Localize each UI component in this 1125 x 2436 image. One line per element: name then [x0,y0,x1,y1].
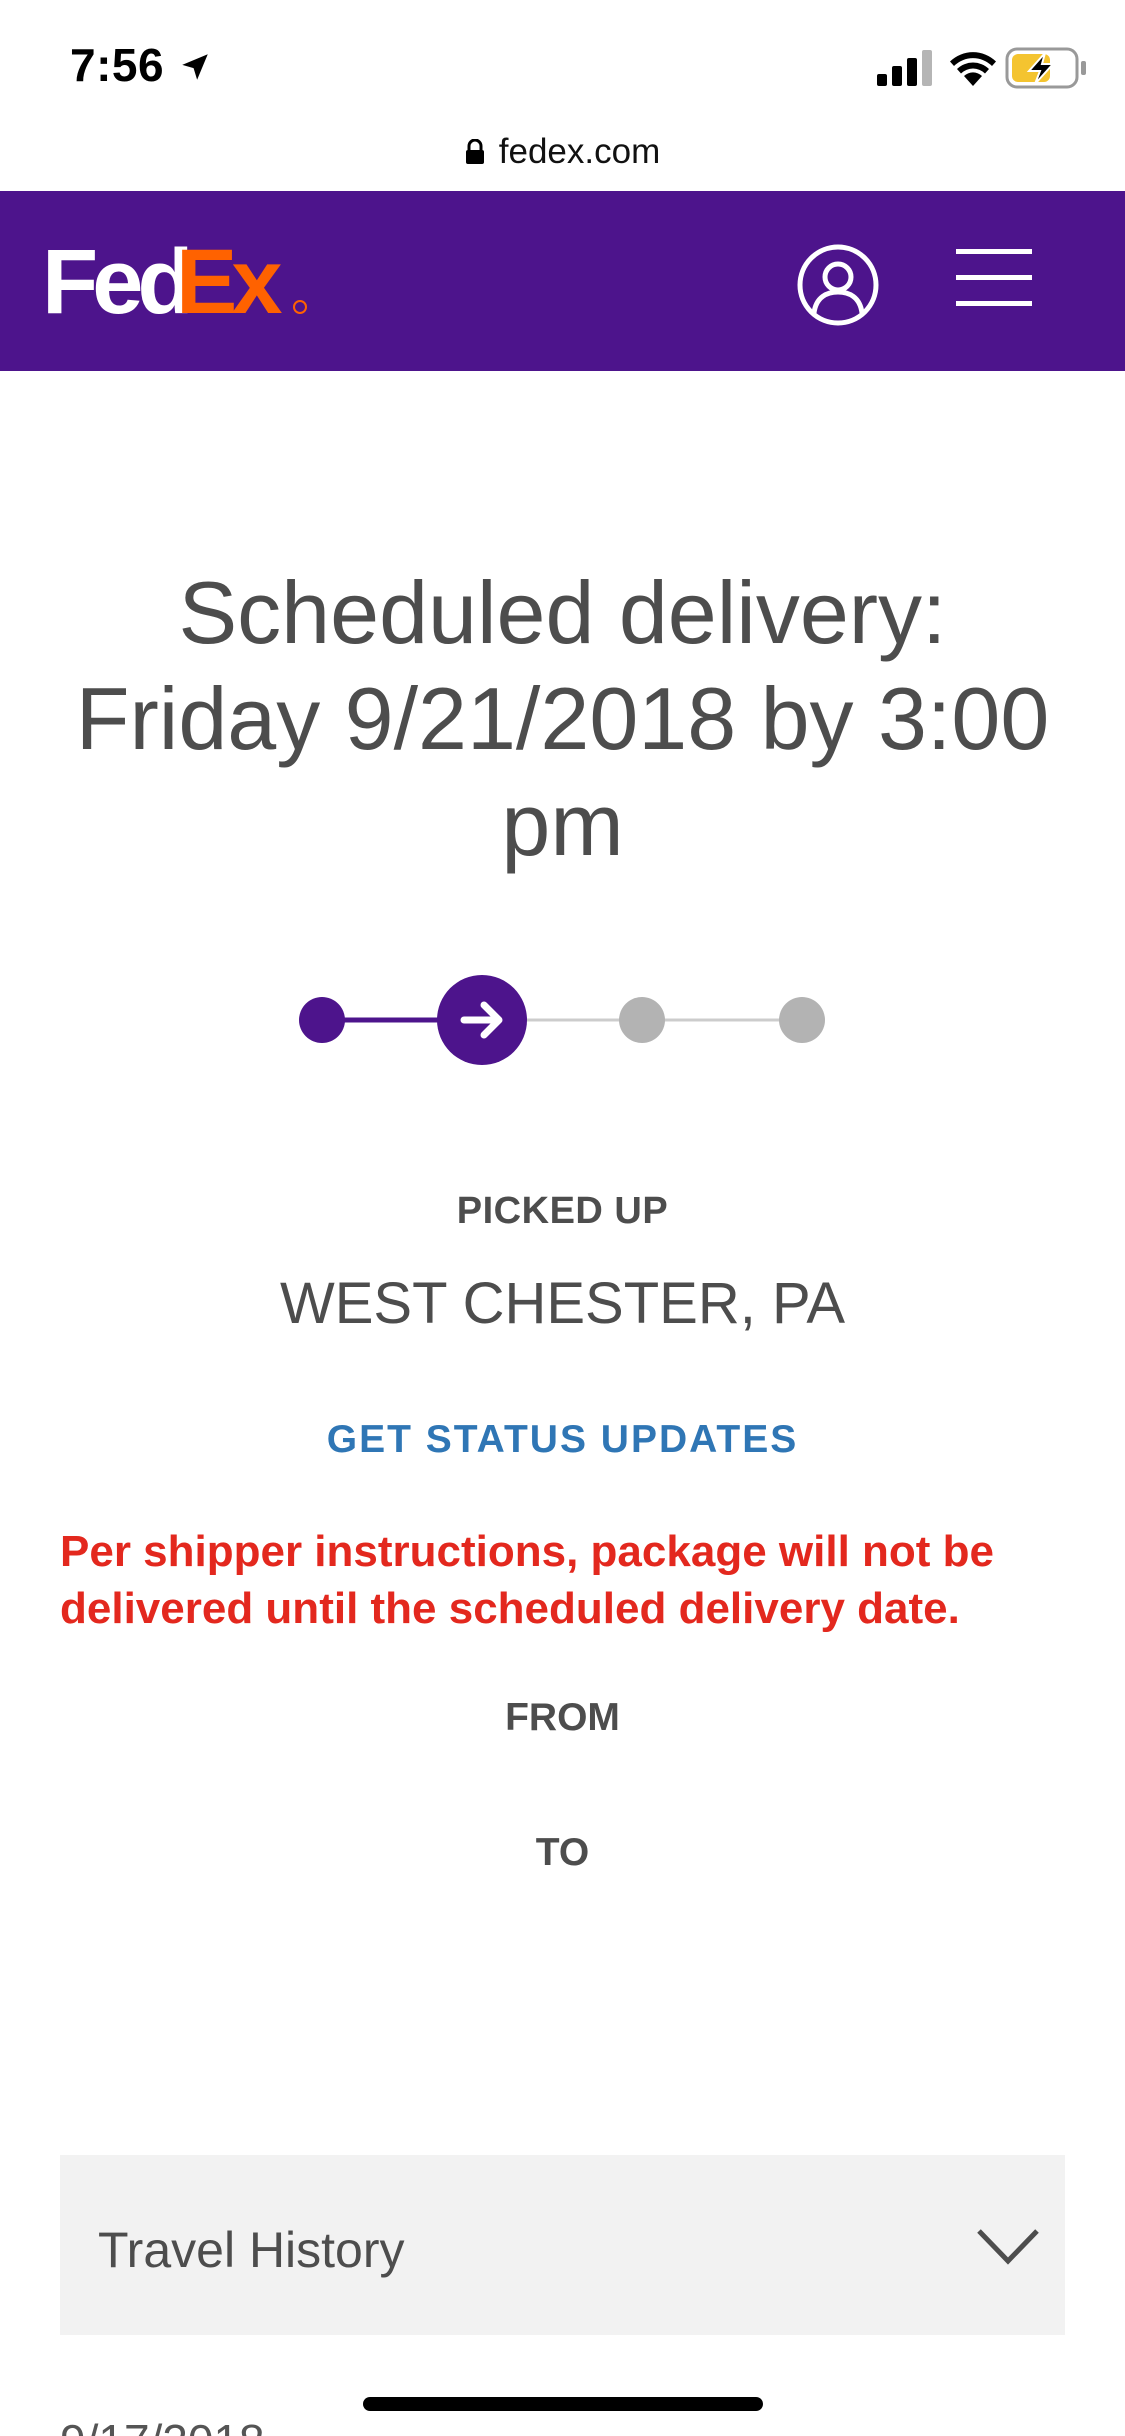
scheduled-line-1: Scheduled delivery: [178,563,947,662]
hamburger-menu-icon[interactable] [956,247,1032,309]
progress-step [619,997,665,1043]
battery-charging-icon [1005,47,1086,89]
status-location: WEST CHESTER, PA [279,1271,846,1336]
to-label: TO [535,1831,590,1874]
logo-fed: Fed [42,231,188,331]
fedex-logo-mark: Fed Ex [42,231,307,331]
shipper-instructions-warning: Per shipper instructions, package will n… [60,1527,994,1633]
status-time: 7:56 [70,39,165,91]
progress-step [299,997,345,1043]
fedex-tracking-page: 7:56 fedex.com Fed Ex Scheduled delivery… [0,0,1125,2436]
account-icon[interactable] [796,243,880,327]
logo-ex: Ex [176,231,282,331]
lock-icon [465,139,484,164]
travel-history-label: Travel History [98,2222,405,2278]
fedex-logo[interactable]: Fed Ex [42,231,312,331]
get-status-updates-link[interactable]: GET STATUS UPDATES [0,1418,1125,1462]
scheduled-line-2: Friday 9/21/2018 by 3:00 [75,669,1050,768]
url-text: fedex.com [498,132,661,171]
shipment-progress-tracker [299,975,825,1065]
site-header: Fed Ex [0,191,1125,371]
ios-status-bar: 7:56 [0,0,1125,120]
cellular-signal-icon [877,50,932,86]
from-label: FROM [505,1696,620,1739]
scheduled-delivery-heading: Scheduled delivery: Friday 9/21/2018 by … [40,560,1085,878]
chevron-down-icon [977,2229,1039,2265]
status-label: PICKED UP [456,1190,669,1232]
browser-url-bar[interactable]: fedex.com [0,112,1125,192]
home-indicator[interactable] [363,2397,763,2411]
scheduled-line-3: pm [501,775,624,874]
travel-history-first-date: 9/17/2018 [60,2418,265,2436]
location-arrow-icon [182,54,208,80]
wifi-icon [950,52,996,86]
progress-step [779,997,825,1043]
travel-history-accordion[interactable]: Travel History [60,2155,1065,2335]
